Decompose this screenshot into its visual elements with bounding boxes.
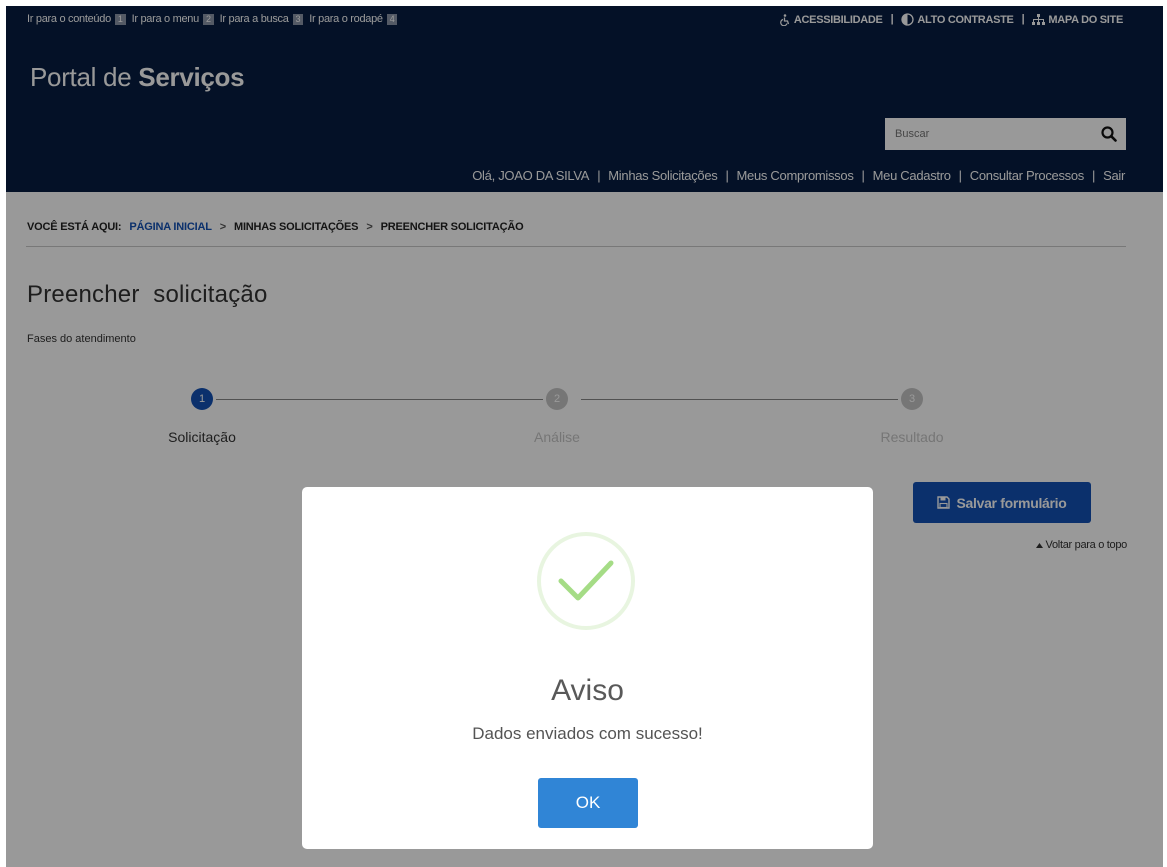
check-icon [558,560,614,601]
ok-button[interactable]: OK [538,778,638,828]
browser-viewport: Ir para o conteúdo 1 Ir para o menu 2 Ir p… [6,6,1163,867]
dialog-message: Dados enviados com sucesso! [472,724,703,743]
alert-dialog: Aviso Dados enviados com sucesso! OK [302,487,873,849]
success-icon-ring [537,532,635,630]
dialog-title: Aviso [551,674,624,707]
